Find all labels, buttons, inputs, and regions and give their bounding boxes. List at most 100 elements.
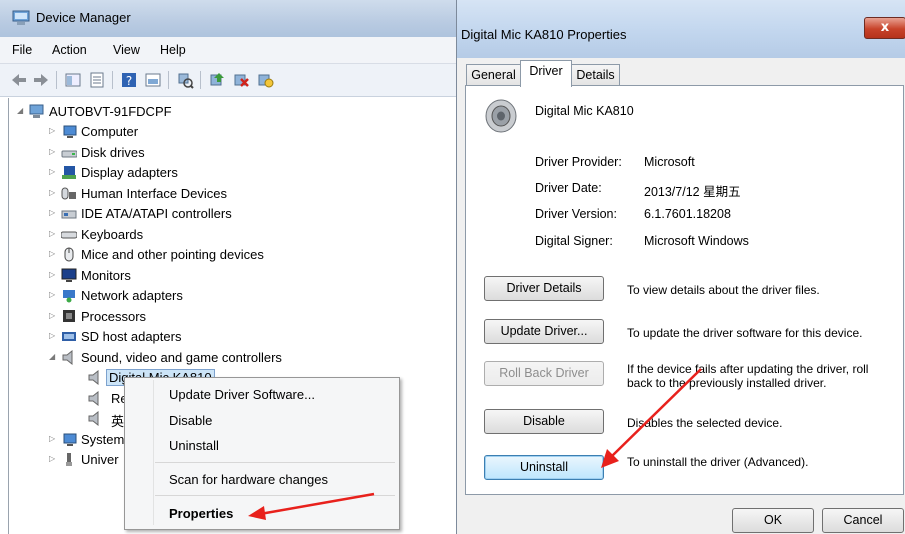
- collapse-arrow-icon[interactable]: ◢: [17, 106, 25, 116]
- driver-version-label: Driver Version:: [535, 207, 617, 221]
- expand-arrow-icon[interactable]: ▷: [49, 229, 57, 239]
- speaker-icon: [485, 99, 517, 133]
- update-driver-icon[interactable]: [208, 71, 226, 89]
- driver-details-desc: To view details about the driver files.: [627, 283, 820, 297]
- annotation-arrow: [248, 492, 375, 520]
- update-driver-button[interactable]: Update Driver...: [484, 319, 604, 344]
- roll-back-driver-button[interactable]: Roll Back Driver: [484, 361, 604, 386]
- ide-controller-icon: [61, 210, 77, 219]
- properties-dialog: Digital Mic KA810 Properties x General D…: [456, 0, 905, 534]
- driver-provider-value: Microsoft: [644, 155, 695, 169]
- menu-gutter: [153, 380, 154, 525]
- toolbar-separator: [168, 71, 169, 89]
- monitor-icon: [61, 268, 77, 282]
- tree-item-label: Computer: [81, 124, 139, 139]
- uninstall-button[interactable]: Uninstall: [484, 455, 604, 480]
- menu-help[interactable]: Help: [160, 43, 186, 57]
- tree-item-label: Monitors: [81, 268, 131, 283]
- expand-arrow-icon[interactable]: ▷: [49, 167, 57, 177]
- collapse-arrow-icon[interactable]: ◢: [49, 352, 57, 362]
- tree-item-label: Disk drives: [81, 145, 145, 160]
- properties-sheet-icon[interactable]: [88, 71, 106, 89]
- speaker-icon: [62, 350, 73, 365]
- menu-item-properties[interactable]: Properties: [169, 506, 233, 521]
- help-icon[interactable]: ?: [120, 71, 138, 89]
- forward-icon[interactable]: [32, 71, 50, 89]
- back-icon[interactable]: [10, 71, 28, 89]
- svg-text:?: ?: [126, 74, 132, 88]
- dialog-title: Digital Mic KA810 Properties: [461, 27, 627, 42]
- hid-icon: [61, 187, 76, 200]
- tab-details[interactable]: Details: [571, 64, 620, 85]
- computer-icon: [63, 125, 77, 138]
- device-manager-window: Device Manager File Action View Help ? ◢…: [0, 0, 457, 534]
- toolbar: ?: [0, 64, 456, 97]
- driver-version-value: 6.1.7601.18208: [644, 207, 731, 221]
- expand-arrow-icon[interactable]: ▷: [49, 249, 57, 259]
- show-hide-tree-icon[interactable]: [64, 71, 82, 89]
- display-adapter-icon: [62, 166, 76, 179]
- menu-item-disable[interactable]: Disable: [169, 413, 212, 428]
- dialog-title-bar: Digital Mic KA810 Properties x: [457, 0, 905, 58]
- network-adapter-icon: [63, 290, 75, 303]
- scan-hardware-icon[interactable]: [176, 71, 194, 89]
- toolbar-separator: [56, 71, 57, 89]
- menu-separator: [155, 462, 395, 463]
- menu-item-scan[interactable]: Scan for hardware changes: [169, 472, 328, 487]
- close-button[interactable]: x: [864, 17, 905, 39]
- tree-item-label: Mice and other pointing devices: [81, 247, 264, 262]
- expand-arrow-icon[interactable]: ▷: [49, 311, 57, 321]
- digital-signer-label: Digital Signer:: [535, 234, 613, 248]
- tree-item-label: IDE ATA/ATAPI controllers: [81, 206, 232, 221]
- driver-date-label: Driver Date:: [535, 181, 602, 195]
- device-name: Digital Mic KA810: [535, 104, 634, 118]
- device-manager-icon: [12, 10, 30, 25]
- expand-arrow-icon[interactable]: ▷: [49, 126, 57, 136]
- menu-view[interactable]: View: [113, 43, 140, 57]
- expand-arrow-icon[interactable]: ▷: [49, 188, 57, 198]
- menu-bar: File Action View Help: [0, 37, 456, 64]
- tree-item-label: Keyboards: [81, 227, 144, 242]
- mouse-icon: [64, 247, 74, 262]
- toolbar-separator: [200, 71, 201, 89]
- expand-arrow-icon[interactable]: ▷: [49, 290, 57, 300]
- menu-file[interactable]: File: [12, 43, 32, 57]
- driver-date-value: 2013/7/12 星期五: [644, 185, 741, 199]
- uninstall-icon[interactable]: [232, 71, 250, 89]
- expand-arrow-icon[interactable]: ▷: [49, 147, 57, 157]
- expand-arrow-icon[interactable]: ▷: [49, 434, 57, 444]
- driver-details-button[interactable]: Driver Details: [484, 276, 604, 301]
- disable-button[interactable]: Disable: [484, 409, 604, 434]
- computer-icon: [63, 433, 77, 446]
- expand-arrow-icon[interactable]: ▷: [49, 270, 57, 280]
- tree-item-label: Sound, video and game controllers: [81, 350, 282, 365]
- menu-item-update-driver[interactable]: Update Driver Software...: [169, 387, 315, 402]
- title-bar: Device Manager: [0, 0, 456, 37]
- menu-item-uninstall[interactable]: Uninstall: [169, 438, 219, 453]
- disable-icon[interactable]: [256, 71, 274, 89]
- update-driver-desc: To update the driver software for this d…: [627, 326, 863, 340]
- expand-arrow-icon[interactable]: ▷: [49, 454, 57, 464]
- processor-icon: [63, 310, 75, 322]
- computer-icon: [29, 104, 44, 118]
- tree-item-label: Display adapters: [81, 165, 178, 180]
- ok-button[interactable]: OK: [732, 508, 814, 533]
- tree-root-label: AUTOBVT-91FDCPF: [49, 104, 172, 119]
- sd-host-icon: [62, 332, 76, 341]
- speaker-icon: [88, 370, 99, 385]
- toolbar-separator: [112, 71, 113, 89]
- view-icon[interactable]: [144, 71, 162, 89]
- tree-item-label: Univer: [81, 452, 119, 467]
- menu-action[interactable]: Action: [52, 43, 87, 57]
- expand-arrow-icon[interactable]: ▷: [49, 331, 57, 341]
- tree-item-label: SD host adapters: [81, 329, 182, 344]
- tree-item-label: Processors: [81, 309, 147, 324]
- cancel-button[interactable]: Cancel: [822, 508, 904, 533]
- tab-general[interactable]: General: [466, 64, 521, 85]
- speaker-icon: [88, 411, 99, 426]
- expand-arrow-icon[interactable]: ▷: [49, 208, 57, 218]
- driver-provider-label: Driver Provider:: [535, 155, 622, 169]
- tree-item-label: Human Interface Devices: [81, 186, 227, 201]
- usb-icon: [66, 453, 72, 466]
- tab-driver[interactable]: Driver: [520, 60, 572, 87]
